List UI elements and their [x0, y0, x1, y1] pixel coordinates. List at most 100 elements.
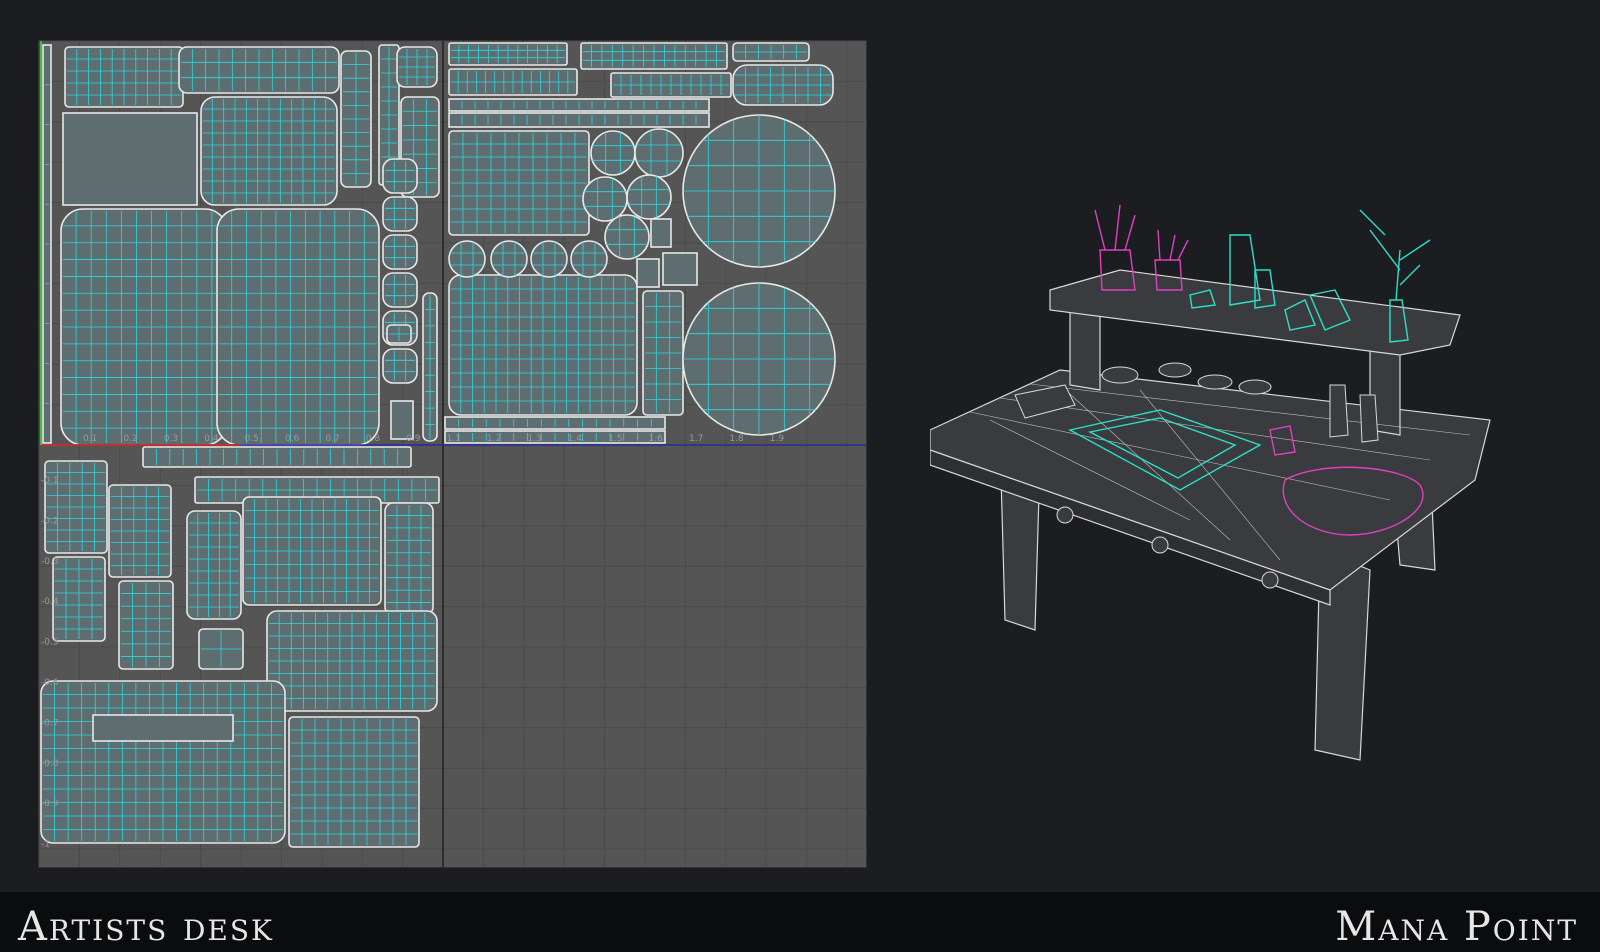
uv-shell-round: [682, 282, 836, 436]
uv-shell: [198, 628, 244, 670]
uv-editor-panel[interactable]: 0.1 0.2 0.3 0.4 0.5 0.6 0.7 0.8 0.9 1.1 1.2 1.3 1.4 1…: [38, 40, 867, 868]
u-tick-label: 1.8: [729, 434, 744, 444]
u-tick-label: 1.6: [649, 434, 664, 444]
uv-shell: [60, 208, 228, 446]
plant-stems: [1359, 209, 1431, 301]
uv-shell: [108, 484, 172, 578]
uv-layout[interactable]: 0.1 0.2 0.3 0.4 0.5 0.6 0.7 0.8 0.9 1.1 1.2 1.3 1.4 1…: [39, 41, 866, 867]
u-tick-label: 0.4: [204, 434, 219, 444]
bottle-white-1: [1329, 384, 1349, 438]
bowl-4: [1238, 379, 1272, 395]
u-tick-label: 1.4: [568, 434, 583, 444]
u-tick-label: 0.5: [245, 434, 259, 444]
uv-shell: [662, 252, 698, 286]
uv-shell-round: [634, 128, 684, 178]
drawer-knob-2: [1151, 536, 1169, 554]
desk-wireframe: [929, 204, 1491, 761]
uv-shell: [636, 258, 660, 288]
brushes-2: [1157, 229, 1189, 261]
uv-shell-round: [682, 114, 836, 268]
uv-shell: [92, 714, 234, 742]
drawer-knob-3: [1261, 571, 1279, 589]
uv-shell: [186, 510, 242, 620]
uv-shell: [650, 218, 672, 248]
uv-shell: [288, 716, 420, 848]
uv-shell: [62, 112, 198, 206]
u-tick-label: 0.2: [123, 434, 137, 444]
uv-shell-round: [590, 130, 636, 176]
shelf-support-left: [1069, 309, 1101, 391]
uv-shell: [422, 292, 438, 442]
u-tick-label: 1.9: [770, 434, 785, 444]
bowl-2: [1158, 362, 1192, 378]
v-tick-label: -0.4: [41, 597, 59, 607]
uv-shell: [444, 430, 666, 444]
uv-shell: [340, 50, 372, 188]
uv-shell-round: [604, 214, 650, 260]
uv-shell: [382, 158, 418, 194]
artist-name: Mana Point: [1335, 904, 1578, 950]
uv-shell: [64, 46, 184, 108]
wireframe-viewport[interactable]: [929, 190, 1530, 790]
uv-shell: [448, 42, 568, 66]
v-tick-label: -1: [41, 840, 50, 850]
u-tick-label: 1.7: [689, 434, 703, 444]
uv-shell: [448, 98, 710, 112]
u-tick-label: 0.1: [83, 434, 97, 444]
uv-shell: [200, 96, 338, 206]
uv-shell-round: [448, 240, 486, 278]
uv-shell: [732, 42, 810, 62]
uv-shell: [448, 274, 638, 416]
uv-shell: [242, 496, 382, 606]
uv-shell: [52, 556, 106, 642]
drawer-knob-1: [1056, 506, 1074, 524]
asset-title: Artists desk: [18, 904, 274, 950]
uv-shell: [448, 68, 578, 96]
uv-shell: [42, 44, 52, 444]
uv-shell: [382, 272, 418, 308]
uv-shell: [216, 208, 380, 446]
uv-shell: [386, 324, 412, 344]
v-tick-label: -0.1: [41, 476, 59, 486]
uv-shell-round: [530, 240, 568, 278]
uv-shell: [642, 290, 684, 416]
uv-shell: [610, 72, 732, 98]
v-tick-label: -0.5: [41, 638, 59, 648]
bottle-white-2: [1359, 394, 1379, 443]
uv-shell: [382, 348, 418, 384]
u-tick-label: 1.5: [608, 434, 622, 444]
uv-shell: [384, 502, 434, 616]
u-tick-label: 0.6: [285, 434, 300, 444]
uv-shell-round: [582, 176, 628, 222]
footer-bar: Artists desk Mana Point: [0, 892, 1600, 952]
bowl-1: [1101, 366, 1139, 384]
u-tick-label: 1.2: [487, 434, 501, 444]
uv-shell-round: [490, 240, 528, 278]
uv-shell: [44, 460, 108, 554]
uv-shell: [448, 112, 710, 128]
v-tick-label: -0.8: [41, 759, 59, 769]
u-tick-label: 1.3: [527, 434, 541, 444]
u-tick-label: 1.1: [447, 434, 461, 444]
u-tick-label: 0.3: [164, 434, 178, 444]
bowl-3: [1197, 374, 1233, 390]
uv-shell: [448, 130, 590, 236]
u-tick-label: 0.8: [366, 434, 381, 444]
brushes-1: [1094, 204, 1136, 251]
uv-shell: [444, 416, 666, 430]
uv-shell: [118, 580, 174, 670]
uv-shell: [396, 46, 438, 88]
v-tick-label: -0.2: [41, 516, 59, 526]
uv-shell-round: [626, 174, 672, 220]
uv-shell: [732, 64, 834, 106]
uv-shell: [382, 196, 418, 232]
uv-shell-round: [570, 240, 608, 278]
v-tick-label: -0.9: [41, 799, 59, 809]
v-tick-label: -0.3: [41, 557, 59, 567]
uv-shell: [40, 680, 286, 844]
uv-shell: [580, 42, 728, 70]
v-tick-label: -0.6: [41, 678, 59, 688]
uv-shell: [142, 446, 412, 468]
u-tick-label: 0.7: [325, 434, 339, 444]
uv-shell: [382, 234, 418, 270]
